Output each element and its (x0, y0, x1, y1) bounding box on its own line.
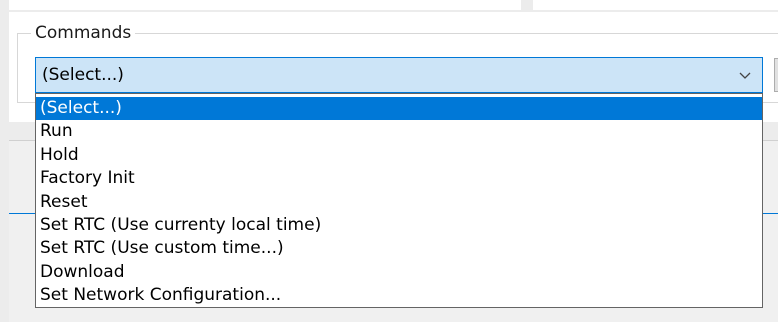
chevron-down-icon[interactable] (738, 68, 752, 82)
dropdown-option-reset[interactable]: Reset (36, 191, 762, 214)
execute-button[interactable] (774, 58, 778, 92)
commands-combobox[interactable]: (Select...) (35, 57, 763, 93)
dropdown-option-set-rtc-local[interactable]: Set RTC (Use currenty local time) (36, 214, 762, 237)
dropdown-option-factory-init[interactable]: Factory Init (36, 167, 762, 190)
commands-dropdown-list: (Select...) Run Hold Factory Init Reset … (35, 93, 763, 308)
combobox-selected-value: (Select...) (42, 65, 124, 85)
dropdown-option-set-network-configuration[interactable]: Set Network Configuration... (36, 284, 762, 307)
dropdown-option-set-rtc-custom[interactable]: Set RTC (Use custom time...) (36, 237, 762, 260)
dropdown-option-select[interactable]: (Select...) (36, 97, 762, 121)
commands-group-legend: Commands (31, 22, 136, 44)
dropdown-option-hold[interactable]: Hold (36, 144, 762, 167)
top-panel-right (533, 0, 778, 10)
dropdown-option-run[interactable]: Run (36, 120, 762, 143)
dropdown-option-download[interactable]: Download (36, 261, 762, 284)
top-panel-left (9, 0, 521, 10)
